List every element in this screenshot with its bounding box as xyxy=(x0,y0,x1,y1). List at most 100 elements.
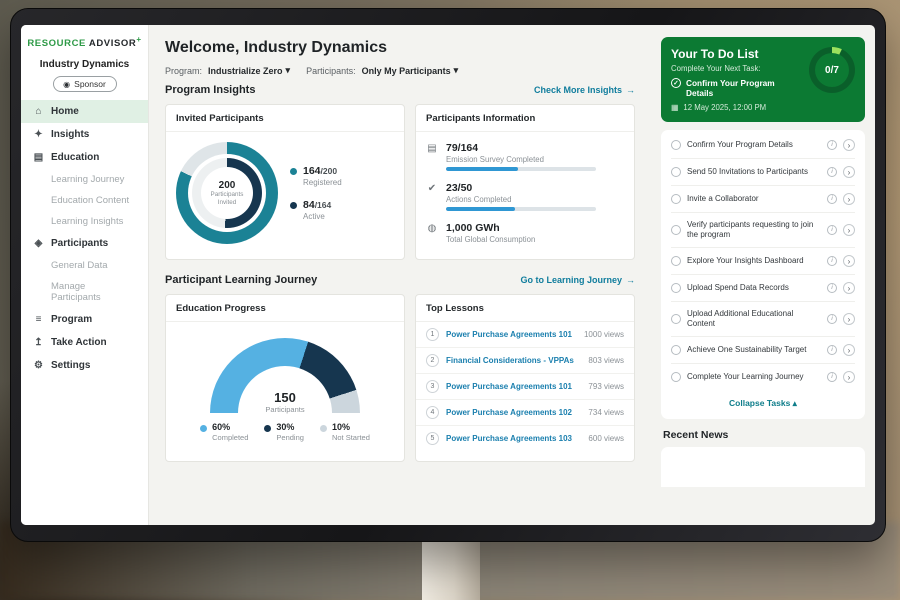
sidebar-item-take-action[interactable]: ↥ Take Action xyxy=(21,331,148,354)
chevron-right-icon[interactable]: › xyxy=(843,166,855,178)
sidebar-item-learning-insights[interactable]: Learning Insights xyxy=(21,211,148,232)
sidebar-item-label: Take Action xyxy=(51,337,107,348)
todo-panel: Your To Do List Complete Your Next Task:… xyxy=(651,25,875,525)
legend-active: 84/164 Active xyxy=(290,199,342,221)
due-date: ▦ 12 May 2025, 12:00 PM xyxy=(671,103,801,112)
lesson-link[interactable]: Power Purchase Agreements 101 xyxy=(446,330,577,339)
info-icon[interactable]: i xyxy=(827,140,837,150)
check-more-insights-link[interactable]: Check More Insights → xyxy=(534,85,635,95)
task-row[interactable]: Explore Your Insights Dashboard i › xyxy=(671,248,855,275)
task-row[interactable]: Upload Spend Data Records i › xyxy=(671,275,855,302)
go-to-learning-journey-link[interactable]: Go to Learning Journey → xyxy=(520,275,635,285)
not-started-pct: 10% xyxy=(332,422,370,432)
task-checkbox[interactable] xyxy=(671,372,681,382)
legend-not-started: 10% Not Started xyxy=(320,422,370,442)
brand-logo: RESOURCE ADVISOR+ xyxy=(21,35,148,49)
sidebar-item-education-content[interactable]: Education Content xyxy=(21,190,148,211)
sidebar-item-education[interactable]: ▤ Education xyxy=(21,146,148,169)
chevron-right-icon[interactable]: › xyxy=(843,193,855,205)
task-label: Upload Additional Educational Content xyxy=(687,309,821,329)
lesson-views: 803 views xyxy=(588,356,624,365)
task-checkbox[interactable] xyxy=(671,194,681,204)
info-icon[interactable]: i xyxy=(827,256,837,266)
task-checkbox[interactable] xyxy=(671,283,681,293)
pending-label: Pending xyxy=(276,433,304,442)
chevron-right-icon[interactable]: › xyxy=(843,344,855,356)
legend-completed: 60% Completed xyxy=(200,422,248,442)
collapse-caret-icon: ▴ xyxy=(793,398,797,408)
task-row[interactable]: Complete Your Learning Journey i › xyxy=(671,364,855,390)
lesson-link[interactable]: Power Purchase Agreements 101 xyxy=(446,382,581,391)
chevron-right-icon[interactable]: › xyxy=(843,139,855,151)
task-label: Explore Your Insights Dashboard xyxy=(687,256,821,266)
next-task[interactable]: ✓ Confirm Your Program Details xyxy=(671,78,801,98)
info-icon[interactable]: i xyxy=(827,314,837,324)
sponsor-label: Sponsor xyxy=(74,79,106,89)
chevron-right-icon[interactable]: › xyxy=(843,224,855,236)
lesson-row[interactable]: 4 Power Purchase Agreements 102 734 view… xyxy=(416,400,634,426)
sidebar-item-participants[interactable]: ◈ Participants xyxy=(21,232,148,255)
completed-label: Completed xyxy=(212,433,248,442)
lesson-link[interactable]: Financial Considerations - VPPAs xyxy=(446,356,581,365)
info-icon[interactable]: i xyxy=(827,225,837,235)
lesson-views: 793 views xyxy=(588,382,624,391)
invited-participants-card: Invited Participants 200 Participants In… xyxy=(165,104,405,260)
sidebar-item-home[interactable]: ⌂ Home xyxy=(21,100,148,123)
task-row[interactable]: Invite a Collaborator i › xyxy=(671,186,855,213)
program-dropdown[interactable]: Industrialize Zero ▾ xyxy=(208,65,290,76)
task-checkbox[interactable] xyxy=(671,140,681,150)
task-row[interactable]: Verify participants requesting to join t… xyxy=(671,213,855,248)
lesson-rank: 5 xyxy=(426,432,439,445)
monitor-stand xyxy=(422,536,480,600)
lesson-rank: 2 xyxy=(426,354,439,367)
recent-news-card xyxy=(661,447,865,487)
info-icon[interactable]: i xyxy=(827,194,837,204)
stat-label: Emission Survey Completed xyxy=(446,155,596,164)
info-icon[interactable]: i xyxy=(827,372,837,382)
info-icon[interactable]: i xyxy=(827,167,837,177)
lesson-row[interactable]: 3 Power Purchase Agreements 101 793 view… xyxy=(416,374,634,400)
info-icon[interactable]: i xyxy=(827,345,837,355)
collapse-tasks-link[interactable]: Collapse Tasks ▴ xyxy=(671,390,855,417)
sidebar-item-insights[interactable]: ✦ Insights xyxy=(21,123,148,146)
chevron-right-icon[interactable]: › xyxy=(843,371,855,383)
not-started-label: Not Started xyxy=(332,433,370,442)
task-row[interactable]: Confirm Your Program Details i › xyxy=(671,132,855,159)
pending-dot xyxy=(264,425,271,432)
lesson-link[interactable]: Power Purchase Agreements 102 xyxy=(446,408,581,417)
task-row[interactable]: Upload Additional Educational Content i … xyxy=(671,302,855,337)
chevron-right-icon[interactable]: › xyxy=(843,282,855,294)
task-checkbox[interactable] xyxy=(671,345,681,355)
sidebar-item-manage-participants[interactable]: Manage Participants xyxy=(21,276,148,308)
task-row[interactable]: Send 50 Invitations to Participants i › xyxy=(671,159,855,186)
sidebar-item-general-data[interactable]: General Data xyxy=(21,255,148,276)
main-content: Welcome, Industry Dynamics Program: Indu… xyxy=(149,25,651,525)
filter-bar: Program: Industrialize Zero ▾ Participan… xyxy=(165,65,635,76)
survey-icon: ▤ xyxy=(426,143,438,171)
lesson-views: 600 views xyxy=(588,434,624,443)
task-row[interactable]: Achieve One Sustainability Target i › xyxy=(671,337,855,364)
lesson-link[interactable]: Power Purchase Agreements 103 xyxy=(446,434,581,443)
task-checkbox[interactable] xyxy=(671,167,681,177)
chevron-right-icon[interactable]: › xyxy=(843,255,855,267)
participants-information-card: Participants Information ▤ 79/164 Emissi… xyxy=(415,104,635,260)
donut-center-value: 200 xyxy=(219,180,236,191)
lesson-row[interactable]: 2 Financial Considerations - VPPAs 803 v… xyxy=(416,348,634,374)
sidebar-item-settings[interactable]: ⚙ Settings xyxy=(21,354,148,377)
chevron-right-icon[interactable]: › xyxy=(843,313,855,325)
gauge-legend: 60% Completed 30% Pending xyxy=(176,422,394,442)
sidebar-item-program[interactable]: ≡ Program xyxy=(21,308,148,331)
lesson-row[interactable]: 5 Power Purchase Agreements 103 600 view… xyxy=(416,426,634,451)
info-icon[interactable]: i xyxy=(827,283,837,293)
sidebar-item-learning-journey[interactable]: Learning Journey xyxy=(21,169,148,190)
actions-icon: ✔ xyxy=(426,183,438,211)
lesson-row[interactable]: 1 Power Purchase Agreements 101 1000 vie… xyxy=(416,322,634,348)
task-checkbox[interactable] xyxy=(671,314,681,324)
task-checkbox[interactable] xyxy=(671,256,681,266)
participants-dropdown[interactable]: Only My Participants ▾ xyxy=(362,65,459,76)
education-gauge-chart: 150 Participants xyxy=(210,338,360,414)
calendar-icon: ▦ xyxy=(671,103,678,112)
task-checkbox[interactable] xyxy=(671,225,681,235)
sponsor-icon: ◉ xyxy=(63,80,70,89)
active-label: Active xyxy=(303,212,331,221)
